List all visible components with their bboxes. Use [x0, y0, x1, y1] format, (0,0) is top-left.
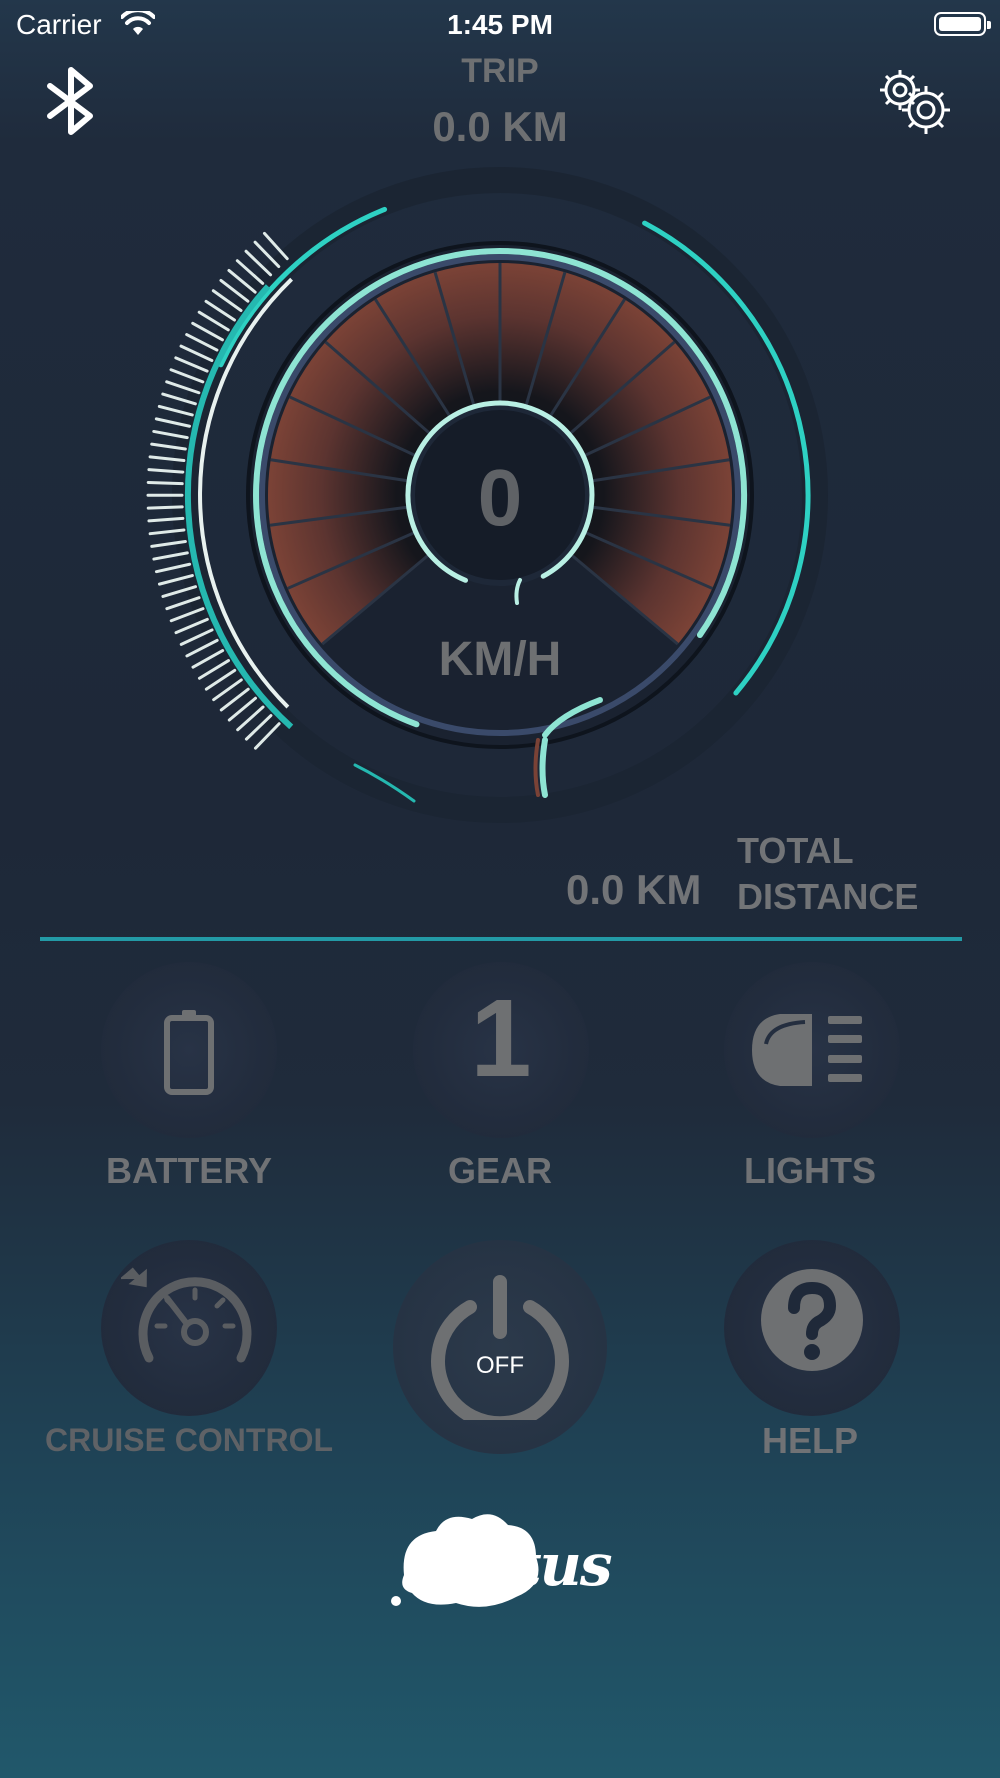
motus-logo: Motus — [386, 1505, 616, 1615]
total-distance-label-line2: DISTANCE — [737, 876, 919, 917]
status-battery-icon — [934, 12, 991, 36]
battery-label: BATTERY — [106, 1150, 272, 1191]
lights-label: LIGHTS — [744, 1150, 876, 1191]
help-label: HELP — [761, 1420, 858, 1461]
trip-value: 0.0 KM — [432, 103, 568, 150]
speed-unit: KM/H — [438, 633, 562, 686]
battery-button[interactable] — [101, 962, 277, 1138]
help-button[interactable] — [724, 1240, 900, 1416]
power-status-label: OFF — [476, 1352, 524, 1379]
gear-button[interactable]: 1 — [413, 962, 589, 1138]
battery-icon — [164, 1010, 214, 1095]
total-distance-label: TOTAL DISTANCE — [737, 828, 967, 920]
clock: 1:45 PM — [447, 9, 553, 40]
speed-value: 0 — [477, 453, 523, 542]
gear-value: 1 — [470, 977, 532, 1100]
cruise-control-label: CRUISE CONTROL — [45, 1422, 333, 1458]
cruise-control-button[interactable] — [101, 1240, 277, 1416]
gear-label: GEAR — [447, 1150, 552, 1191]
speedometer-icon — [121, 1267, 252, 1363]
question-icon — [761, 1269, 863, 1371]
status-bar: Carrier 1:45 PM — [0, 0, 1000, 50]
total-distance-label-line1: TOTAL — [737, 830, 854, 871]
headlight-icon — [752, 1014, 862, 1086]
power-button[interactable] — [393, 1240, 607, 1454]
trip-label: TRIP — [461, 52, 539, 90]
lights-button[interactable] — [724, 962, 900, 1138]
power-icon — [431, 1275, 569, 1420]
logo-text: Motus — [416, 1531, 613, 1599]
divider — [40, 937, 962, 941]
total-distance-value: 0.0 KM — [566, 866, 702, 913]
